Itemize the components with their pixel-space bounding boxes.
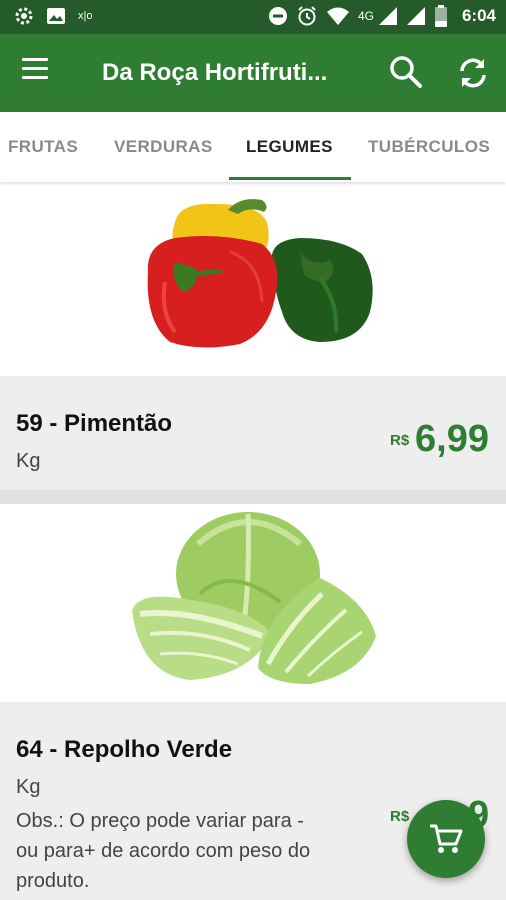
alarm-icon	[298, 6, 316, 26]
product-card[interactable]: 59 - Pimentão Kg R$ 6,99	[0, 182, 506, 488]
tab-verduras[interactable]: VERDURAS	[114, 137, 213, 157]
product-name: 59 - Pimentão	[16, 410, 173, 437]
network-label: 4G	[357, 9, 374, 23]
product-price: 6,99	[415, 418, 489, 460]
hamburger-menu-icon[interactable]	[22, 58, 54, 88]
product-unit: Kg	[16, 450, 41, 472]
app-title: Da Roça Hortifruti...	[102, 59, 328, 86]
status-bar: x|o 4G 6:04	[0, 0, 506, 34]
signal-icon-2	[406, 7, 425, 25]
tab-indicator	[229, 177, 351, 180]
product-info: 59 - Pimentão Kg R$ 6,99	[0, 376, 506, 488]
refresh-icon[interactable]	[454, 54, 492, 92]
app-bar: Da Roça Hortifruti...	[0, 34, 506, 112]
tab-frutas[interactable]: FRUTAS	[8, 137, 78, 157]
settings-gear-icon	[15, 7, 33, 25]
battery-icon	[434, 5, 447, 27]
clock: 6:04	[461, 6, 496, 25]
category-tabs: FRUTAS VERDURAS LEGUMES TUBÉRCULOS	[0, 112, 506, 182]
green-cabbage-image	[0, 504, 506, 702]
do-not-disturb-icon	[268, 7, 287, 25]
price-currency: R$	[390, 808, 410, 825]
signal-icon	[378, 7, 397, 25]
tab-tuberculos[interactable]: TUBÉRCULOS	[368, 137, 490, 157]
search-icon[interactable]	[388, 54, 424, 90]
bell-peppers-image	[0, 182, 506, 376]
cart-button[interactable]	[407, 800, 485, 878]
carrier-note: x|o	[78, 10, 93, 22]
card-divider	[0, 490, 506, 504]
shopping-cart-icon	[430, 824, 463, 853]
price-currency: R$	[390, 432, 410, 449]
product-name: 64 - Repolho Verde	[16, 736, 233, 763]
wifi-icon	[326, 7, 349, 25]
product-note: Obs.: O preço pode variar para - ou para…	[16, 810, 311, 892]
image-icon	[47, 8, 65, 24]
product-unit: Kg	[16, 776, 41, 798]
tab-legumes[interactable]: LEGUMES	[246, 137, 333, 157]
